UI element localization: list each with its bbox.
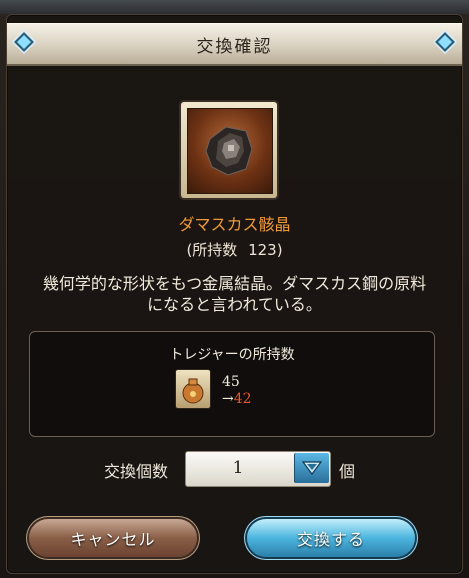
- owned-count: (所持数 123): [7, 239, 462, 260]
- diamond-gem-icon: [9, 27, 39, 57]
- chevron-down-icon[interactable]: [294, 453, 329, 483]
- treasure-title: トレジャーの所持数: [169, 347, 295, 363]
- treasure-after: 42: [233, 391, 252, 407]
- cancel-button[interactable]: キャンセル: [29, 519, 197, 557]
- arrow-right: →: [222, 391, 234, 407]
- exchange-confirm-dialog: 交換確認 ダマスカス骸晶 (所持数 123) 幾何学的な形状をもつ金属結晶。ダマ…: [6, 14, 463, 574]
- quantity-value: 1: [232, 458, 244, 478]
- background-tabs: [0, 0, 469, 14]
- treasure-panel: トレジャーの所持数 45 →42: [29, 331, 435, 437]
- owned-label: (所持数: [186, 241, 238, 259]
- item-description: 幾何学的な形状をもつ金属結晶。ダマスカス鋼の原料になると言われている。: [42, 274, 427, 314]
- treasure-current: 45: [222, 374, 240, 390]
- dialog-title: 交換確認: [196, 36, 273, 57]
- owned-value: 123): [248, 241, 283, 259]
- quantity-select[interactable]: 1: [185, 451, 331, 487]
- quantity-unit: 個: [339, 462, 356, 481]
- item-name: ダマスカス骸晶: [178, 215, 291, 234]
- quantity-label: 交換個数: [104, 462, 169, 481]
- treasure-after-line: →42: [222, 391, 252, 408]
- item-image-frame: [181, 102, 277, 198]
- treasure-bag-icon: [176, 370, 210, 408]
- diamond-gem-icon: [430, 27, 460, 57]
- title-bar: 交換確認: [7, 23, 462, 66]
- damascus-crystal-icon: [187, 108, 273, 194]
- exchange-button[interactable]: 交換する: [247, 519, 415, 557]
- treasure-counts: 45 →42: [222, 374, 252, 408]
